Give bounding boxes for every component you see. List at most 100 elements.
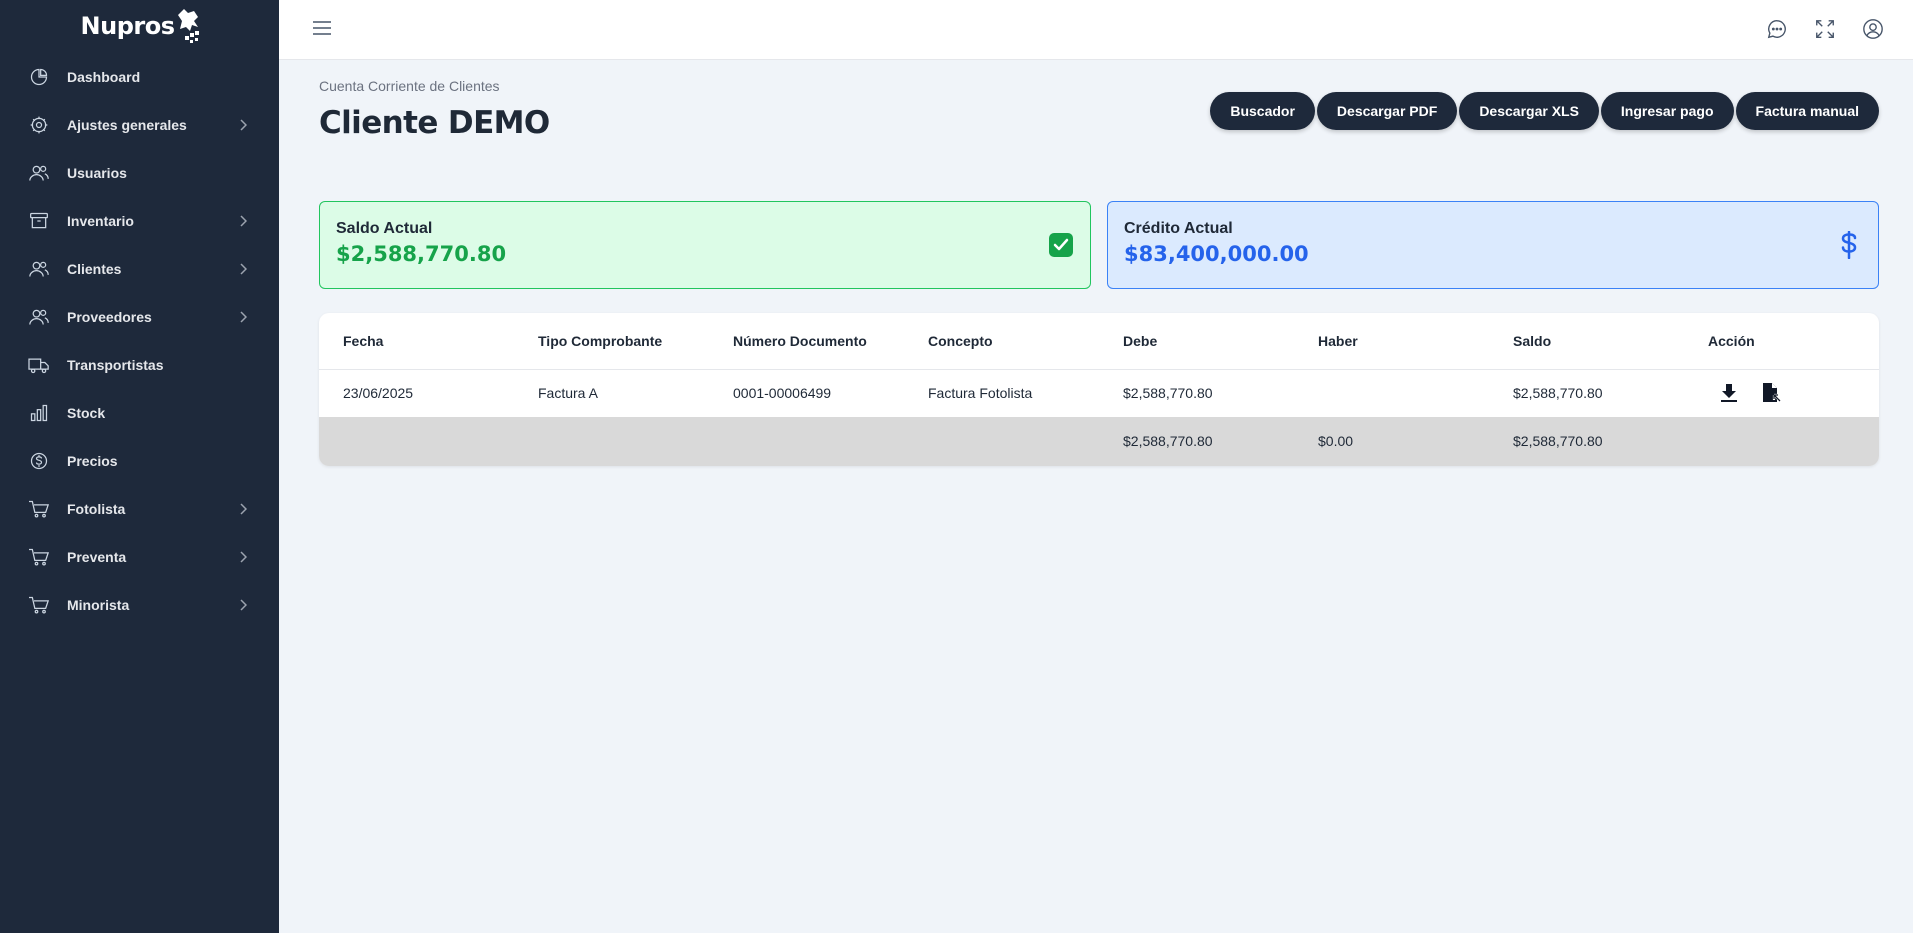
add-payment-button[interactable]: Ingresar pago bbox=[1600, 92, 1734, 130]
column-header: Debe bbox=[1099, 313, 1294, 370]
sidebar-item-usuarios[interactable]: Usuarios bbox=[0, 149, 279, 197]
cart-icon bbox=[28, 498, 50, 520]
page-title: Cliente DEMO bbox=[319, 105, 550, 141]
sidebar-item-label: Transportistas bbox=[67, 357, 164, 373]
logo[interactable]: Nupros bbox=[0, 0, 279, 52]
credit-value: $83,400,000.00 bbox=[1124, 242, 1309, 266]
truck-icon bbox=[28, 354, 50, 376]
total-debe: $2,588,770.80 bbox=[1099, 416, 1294, 466]
fullscreen-icon[interactable] bbox=[1813, 17, 1837, 41]
cell-empty bbox=[1684, 416, 1879, 466]
sidebar-item-label: Precios bbox=[67, 453, 118, 469]
bar-chart-icon bbox=[28, 402, 50, 424]
sidebar-item-label: Minorista bbox=[67, 597, 130, 613]
column-header: Fecha bbox=[319, 313, 514, 370]
download-xls-button[interactable]: Descargar XLS bbox=[1459, 92, 1599, 130]
sidebar-item-label: Clientes bbox=[67, 261, 122, 277]
sidebar-item-label: Usuarios bbox=[67, 165, 127, 181]
document-view-icon[interactable] bbox=[1760, 382, 1782, 404]
topbar bbox=[279, 0, 1913, 60]
balance-label: Saldo Actual bbox=[336, 220, 433, 237]
check-square-icon bbox=[1048, 232, 1074, 258]
sidebar-item-inventario[interactable]: Inventario bbox=[0, 197, 279, 245]
sidebar-item-clientes[interactable]: Clientes bbox=[0, 245, 279, 293]
user-circle-icon[interactable] bbox=[1861, 17, 1885, 41]
sidebar-item-ajustes-generales[interactable]: Ajustes generales bbox=[0, 101, 279, 149]
chevron-right-icon bbox=[239, 118, 249, 132]
sidebar: Nupros Dashboard Ajustes generales Usuar… bbox=[0, 0, 279, 933]
cart-icon bbox=[28, 546, 50, 568]
action-buttons: Buscador Descargar PDF Descargar XLS Ing… bbox=[1210, 92, 1879, 130]
cell-empty bbox=[514, 416, 709, 466]
table-header-row: Fecha Tipo Comprobante Número Documento … bbox=[319, 313, 1879, 370]
sidebar-item-proveedores[interactable]: Proveedores bbox=[0, 293, 279, 341]
chat-icon[interactable] bbox=[1765, 17, 1789, 41]
dollar-icon bbox=[1836, 231, 1862, 259]
balance-value: $2,588,770.80 bbox=[336, 242, 507, 266]
search-button[interactable]: Buscador bbox=[1210, 92, 1315, 130]
sidebar-item-label: Preventa bbox=[67, 549, 127, 565]
credit-label: Crédito Actual bbox=[1124, 220, 1233, 237]
total-haber: $0.00 bbox=[1294, 416, 1489, 466]
totals-row: $2,588,770.80 $0.00 $2,588,770.80 bbox=[319, 416, 1879, 466]
column-header: Concepto bbox=[904, 313, 1099, 370]
balance-card: Saldo Actual $2,588,770.80 bbox=[319, 201, 1091, 289]
download-icon[interactable] bbox=[1718, 382, 1740, 404]
chevron-right-icon bbox=[239, 598, 249, 612]
cell-concepto: Factura Fotolista bbox=[928, 385, 1033, 401]
table-row: 23/06/2025 Factura A 0001-00006499 Factu… bbox=[319, 369, 1879, 417]
cell-tipo: Factura A bbox=[538, 385, 598, 401]
column-header: Número Documento bbox=[709, 313, 904, 370]
total-saldo: $2,588,770.80 bbox=[1489, 416, 1684, 466]
sidebar-item-precios[interactable]: Precios bbox=[0, 437, 279, 485]
hamburger-menu-icon[interactable] bbox=[312, 19, 332, 37]
users-icon bbox=[28, 258, 50, 280]
sidebar-item-stock[interactable]: Stock bbox=[0, 389, 279, 437]
cell-fecha: 23/06/2025 bbox=[343, 385, 414, 401]
topbar-actions bbox=[1765, 17, 1885, 41]
sidebar-item-label: Fotolista bbox=[67, 501, 126, 517]
column-header: Haber bbox=[1294, 313, 1489, 370]
sidebar-item-label: Ajustes generales bbox=[67, 117, 187, 133]
chevron-right-icon bbox=[239, 502, 249, 516]
cell-empty bbox=[709, 416, 904, 466]
sidebar-item-minorista[interactable]: Minorista bbox=[0, 581, 279, 629]
cell-numero: 0001-00006499 bbox=[733, 385, 832, 401]
cell-empty bbox=[319, 416, 514, 466]
column-header: Tipo Comprobante bbox=[514, 313, 709, 370]
cell-empty bbox=[904, 416, 1099, 466]
logo-mark-icon bbox=[178, 9, 200, 43]
sidebar-item-label: Stock bbox=[67, 405, 106, 421]
cell-saldo: $2,588,770.80 bbox=[1513, 385, 1603, 401]
manual-invoice-button[interactable]: Factura manual bbox=[1735, 92, 1879, 130]
credit-card: Crédito Actual $83,400,000.00 bbox=[1107, 201, 1879, 289]
sidebar-item-dashboard[interactable]: Dashboard bbox=[0, 53, 279, 101]
sidebar-item-preventa[interactable]: Preventa bbox=[0, 533, 279, 581]
sidebar-item-transportistas[interactable]: Transportistas bbox=[0, 341, 279, 389]
archive-icon bbox=[28, 210, 50, 232]
chevron-right-icon bbox=[239, 214, 249, 228]
sidebar-nav: Dashboard Ajustes generales Usuarios Inv… bbox=[0, 53, 279, 629]
dollar-circle-icon bbox=[28, 450, 50, 472]
cell-haber bbox=[1294, 369, 1489, 417]
chevron-right-icon bbox=[239, 550, 249, 564]
chevron-right-icon bbox=[239, 262, 249, 276]
download-pdf-button[interactable]: Descargar PDF bbox=[1316, 92, 1458, 130]
main-content: Cuenta Corriente de Clientes Cliente DEM… bbox=[279, 60, 1913, 933]
sidebar-item-label: Dashboard bbox=[67, 69, 141, 85]
sidebar-item-label: Proveedores bbox=[67, 309, 152, 325]
column-header: Acción bbox=[1684, 313, 1879, 370]
account-table: Fecha Tipo Comprobante Número Documento … bbox=[319, 313, 1879, 466]
users-icon bbox=[28, 162, 50, 184]
column-header: Saldo bbox=[1489, 313, 1684, 370]
gear-icon bbox=[28, 114, 50, 136]
breadcrumb: Cuenta Corriente de Clientes bbox=[319, 78, 500, 94]
pie-chart-icon bbox=[28, 66, 50, 88]
users-icon bbox=[28, 306, 50, 328]
sidebar-item-fotolista[interactable]: Fotolista bbox=[0, 485, 279, 533]
chevron-right-icon bbox=[239, 310, 249, 324]
brand-name: Nupros bbox=[80, 12, 175, 40]
cell-debe: $2,588,770.80 bbox=[1123, 385, 1213, 401]
sidebar-item-label: Inventario bbox=[67, 213, 134, 229]
cart-icon bbox=[28, 594, 50, 616]
